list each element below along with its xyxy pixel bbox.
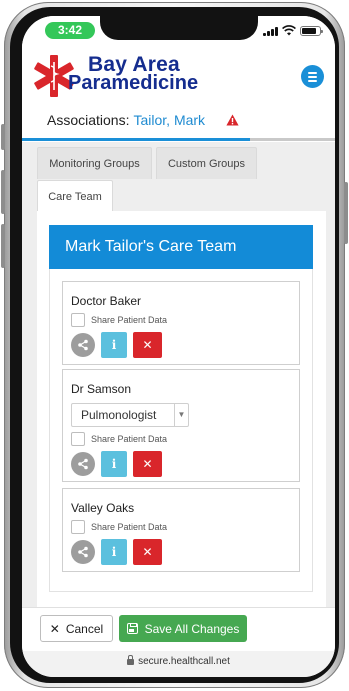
phone-notch — [100, 16, 258, 40]
cancel-button[interactable]: ✕ Cancel — [40, 615, 113, 642]
app-header: Bay Area Paramedicine — [22, 48, 335, 103]
share-icon[interactable] — [71, 333, 95, 357]
phone-volume-down-button — [1, 224, 5, 268]
member-actions: i ✕ — [71, 332, 162, 358]
wifi-icon — [282, 25, 296, 36]
url-text: secure.healthcall.net — [138, 656, 230, 667]
phone-power-button — [344, 182, 348, 244]
share-data-checkbox[interactable] — [71, 520, 85, 534]
phone-mute-switch — [1, 124, 5, 150]
info-icon: i — [111, 338, 117, 352]
care-team-title: Mark Tailor's Care Team — [49, 225, 313, 269]
tab-custom-groups[interactable]: Custom Groups — [156, 147, 257, 179]
associations-bar: Associations: Tailor, Mark — [22, 103, 335, 141]
status-bar: 3:42 — [22, 16, 335, 48]
member-name: Valley Oaks — [71, 501, 135, 515]
close-icon: ✕ — [142, 545, 153, 559]
battery-icon — [300, 25, 323, 36]
signal-icon — [263, 26, 278, 36]
delete-button[interactable]: ✕ — [133, 539, 162, 565]
save-label: Save All Changes — [144, 621, 240, 636]
associated-patient-link[interactable]: Tailor, Mark — [133, 112, 205, 128]
member-actions: i ✕ — [71, 539, 162, 565]
status-time: 3:42 — [45, 22, 95, 39]
info-button[interactable]: i — [101, 332, 127, 358]
logo-line-2: Paramedicine — [68, 72, 199, 94]
member-actions: i ✕ — [71, 451, 162, 477]
close-icon: ✕ — [49, 621, 60, 636]
delete-button[interactable]: ✕ — [133, 451, 162, 477]
member-name: Dr Samson — [71, 382, 132, 396]
tab-monitoring-groups[interactable]: Monitoring Groups — [37, 147, 152, 179]
warning-icon[interactable] — [226, 114, 239, 126]
lock-icon — [127, 655, 135, 665]
share-data-checkbox[interactable] — [71, 313, 85, 327]
close-icon: ✕ — [142, 457, 153, 471]
share-data-row: Share Patient Data — [71, 520, 167, 534]
share-data-label: Share Patient Data — [91, 315, 168, 325]
member-role-select[interactable]: Pulmonologist ▼ — [71, 403, 189, 427]
share-data-row: Share Patient Data — [71, 432, 167, 446]
associations-label-row: Associations: Tailor, Mark — [47, 112, 205, 128]
phone-frame: 3:42 Bay Area Paramedicine Associations:… — [1, 2, 348, 688]
share-data-label: Share Patient Data — [91, 434, 168, 444]
member-name: Doctor Baker — [71, 294, 142, 308]
phone-screen: 3:42 Bay Area Paramedicine Associations:… — [22, 16, 335, 677]
close-icon: ✕ — [142, 338, 153, 352]
care-team-member-card: Doctor Baker Share Patient Data i ✕ — [62, 281, 300, 365]
info-button[interactable]: i — [101, 451, 127, 477]
associations-divider — [250, 138, 335, 141]
info-icon: i — [111, 457, 117, 471]
share-data-row: Share Patient Data — [71, 313, 167, 327]
action-footer: ✕ Cancel Save All Changes — [22, 607, 335, 651]
phone-volume-up-button — [1, 170, 5, 214]
share-data-label: Share Patient Data — [91, 522, 168, 532]
tab-care-team[interactable]: Care Team — [37, 180, 113, 213]
share-icon[interactable] — [71, 540, 95, 564]
care-team-member-card: Dr Samson Pulmonologist ▼ Share Patient … — [62, 369, 300, 482]
save-all-changes-button[interactable]: Save All Changes — [119, 615, 247, 642]
info-button[interactable]: i — [101, 539, 127, 565]
share-icon[interactable] — [71, 452, 95, 476]
care-team-list: Doctor Baker Share Patient Data i ✕ Dr S… — [49, 269, 313, 592]
chevron-down-icon: ▼ — [174, 404, 188, 426]
cancel-label: Cancel — [65, 621, 104, 636]
main-content: Monitoring Groups Custom Groups Care Tea… — [22, 142, 335, 607]
associations-label: Associations: — [47, 112, 130, 128]
status-icons — [263, 25, 323, 36]
share-data-checkbox[interactable] — [71, 432, 85, 446]
associations-underline — [22, 138, 250, 141]
floppy-disk-icon — [126, 623, 138, 634]
info-icon: i — [111, 545, 117, 559]
delete-button[interactable]: ✕ — [133, 332, 162, 358]
hamburger-menu-icon[interactable] — [301, 65, 324, 88]
care-team-panel: Mark Tailor's Care Team Doctor Baker Sha… — [37, 211, 326, 607]
care-team-member-card: Valley Oaks Share Patient Data i ✕ — [62, 488, 300, 572]
browser-url-bar[interactable]: secure.healthcall.net — [22, 651, 335, 677]
member-role-value: Pulmonologist — [81, 408, 157, 422]
brand-logo: Bay Area Paramedicine — [68, 54, 199, 94]
